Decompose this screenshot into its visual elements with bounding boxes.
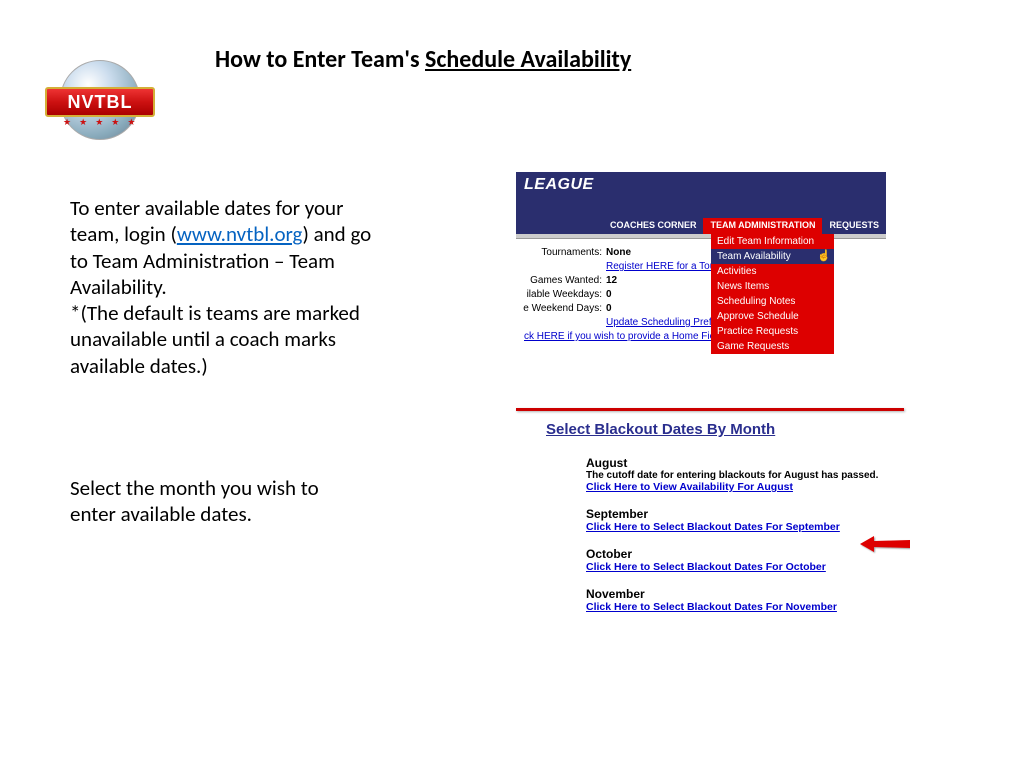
month-block-october: October Click Here to Select Blackout Da… [586,547,904,573]
month-october: October [586,547,904,561]
month-august: August [586,456,904,470]
tournaments-value: None [606,246,631,260]
body1-note: *(The default is teams are marked unavai… [70,300,360,379]
month-november: November [586,587,904,601]
stars-icon: ★ ★ ★ ★ ★ [63,117,138,128]
month-block-november: November Click Here to Select Blackout D… [586,587,904,613]
menu-news-items[interactable]: News Items [711,279,834,294]
weekdays-label: ilable Weekdays: [516,288,606,302]
tab-coaches-corner[interactable]: COACHES CORNER [603,218,704,234]
tournaments-label: Tournaments: [516,246,606,260]
screenshot-team-admin: LEAGUE COACHES CORNER TEAM ADMINISTRATIO… [516,172,886,362]
month-block-september: September Click Here to Select Blackout … [586,507,904,533]
nvtbl-link[interactable]: www.nvtbl.org [177,221,303,247]
title-prefix: How to Enter Team's [215,45,425,74]
weekend-label: e Weekend Days: [516,302,606,316]
month-september: September [586,507,904,521]
blackout-header: Select Blackout Dates By Month [546,421,904,438]
august-view-link[interactable]: Click Here to View Availability For Augu… [586,481,793,493]
tab-requests[interactable]: REQUESTS [822,218,886,234]
menu-approve-schedule[interactable]: Approve Schedule [711,309,834,324]
home-field-link[interactable]: ck HERE if you wish to provide a Home Fi… [524,331,726,342]
nvtbl-logo: NVTBL ★ ★ ★ ★ ★ [45,65,155,135]
weekend-value: 0 [606,302,612,316]
instruction-paragraph-1: To enter available dates for your team, … [70,195,390,379]
september-select-link[interactable]: Click Here to Select Blackout Dates For … [586,521,840,533]
menu-scheduling-notes[interactable]: Scheduling Notes [711,294,834,309]
red-divider [516,408,904,411]
register-tournament-link[interactable]: Register HERE for a Tou [606,261,715,272]
weekdays-value: 0 [606,288,612,302]
menu-team-availability[interactable]: Team Availability ☝ [711,249,834,264]
menu-edit-team-info[interactable]: Edit Team Information [711,234,834,249]
august-cutoff-msg: The cutoff date for entering blackouts f… [586,470,904,481]
games-wanted-value: 12 [606,274,617,288]
page-title: How to Enter Team's Schedule Availabilit… [215,45,631,74]
logo-banner: NVTBL [45,87,155,117]
instruction-paragraph-2: Select the month you wish to enter avail… [70,475,320,528]
menu-practice-requests[interactable]: Practice Requests [711,324,834,339]
nav-header: LEAGUE COACHES CORNER TEAM ADMINISTRATIO… [516,172,886,234]
team-admin-dropdown: Edit Team Information Team Availability … [711,234,834,354]
nav-tabs: COACHES CORNER TEAM ADMINISTRATION REQUE… [516,218,886,234]
games-wanted-label: Games Wanted: [516,274,606,288]
month-block-august: August The cutoff date for entering blac… [586,456,904,493]
title-underlined: Schedule Availability [425,45,631,74]
screenshot-blackout-dates: Select Blackout Dates By Month August Th… [516,408,904,627]
november-select-link[interactable]: Click Here to Select Blackout Dates For … [586,601,837,613]
menu-team-availability-label: Team Availability [717,251,791,262]
menu-game-requests[interactable]: Game Requests [711,339,834,354]
october-select-link[interactable]: Click Here to Select Blackout Dates For … [586,561,826,573]
menu-activities[interactable]: Activities [711,264,834,279]
cursor-icon: ☝ [817,250,831,263]
league-label: LEAGUE [524,176,594,194]
tab-team-administration[interactable]: TEAM ADMINISTRATION [703,218,822,234]
